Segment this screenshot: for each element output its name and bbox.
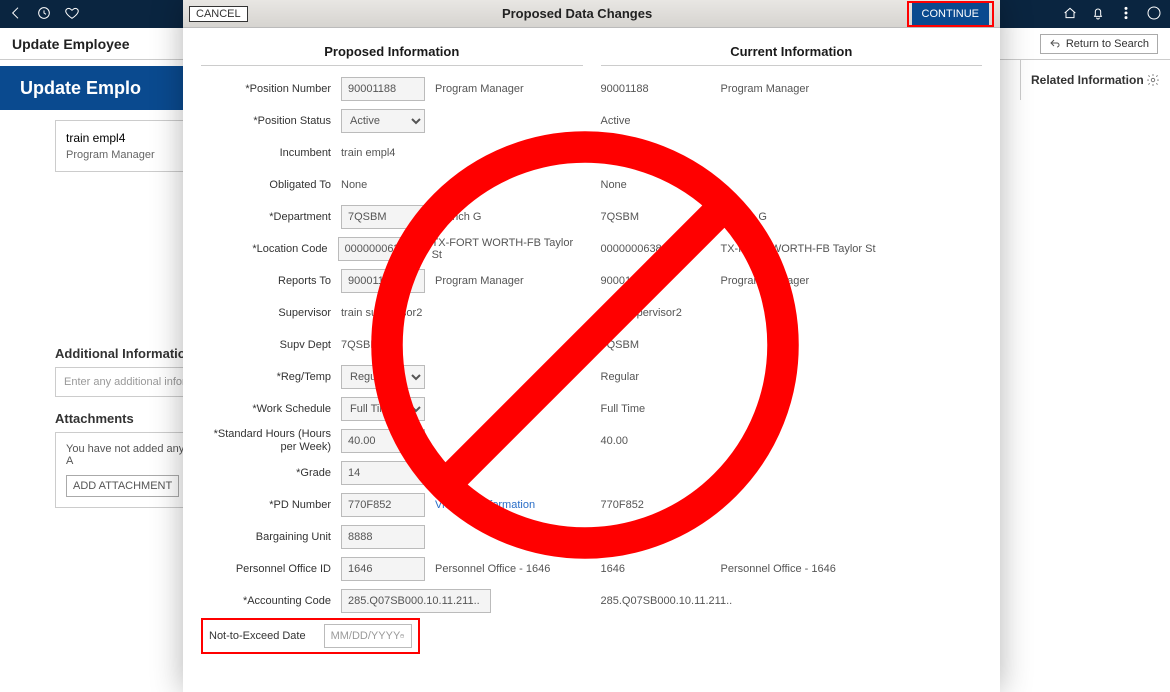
related-info-panel: Related Information bbox=[1020, 60, 1170, 100]
work-schedule-select[interactable]: Full Time bbox=[341, 397, 425, 421]
home-icon[interactable] bbox=[1062, 5, 1078, 24]
proposed-column: Proposed Information *Position Number900… bbox=[201, 38, 583, 692]
personnel-office-input[interactable]: 1646 bbox=[341, 557, 425, 581]
proposed-header: Proposed Information bbox=[201, 38, 583, 66]
accounting-code-input[interactable]: 285.Q07SB000.10.11.211.. bbox=[341, 589, 491, 613]
view-pd-link[interactable]: View PD Information bbox=[425, 499, 535, 511]
menu-dots-icon[interactable] bbox=[1118, 5, 1134, 24]
employee-name: train empl4 bbox=[66, 131, 199, 145]
cancel-button[interactable]: CANCEL bbox=[189, 6, 248, 22]
help-icon[interactable] bbox=[1146, 5, 1162, 24]
continue-highlight: CONTINUE bbox=[907, 1, 994, 27]
standard-hours-input[interactable]: 40.00 bbox=[341, 429, 425, 453]
nte-highlight: Not-to-Exceed Date MM/DD/YYYY bbox=[201, 618, 420, 654]
pd-number-input[interactable]: 770F852 bbox=[341, 493, 425, 517]
continue-button[interactable]: CONTINUE bbox=[912, 3, 989, 25]
page-title: Update Employee bbox=[12, 36, 129, 52]
reg-temp-select[interactable]: Regular bbox=[341, 365, 425, 389]
bargaining-unit-input[interactable]: 8888 bbox=[341, 525, 425, 549]
return-to-search-button[interactable]: Return to Search bbox=[1040, 34, 1158, 54]
modal-title: Proposed Data Changes bbox=[502, 6, 652, 21]
current-header: Current Information bbox=[601, 38, 983, 66]
reports-to-input[interactable]: 90001192 bbox=[341, 269, 425, 293]
department-input[interactable]: 7QSBM bbox=[341, 205, 425, 229]
location-input[interactable]: 0000000638 bbox=[338, 237, 422, 261]
favorite-icon[interactable] bbox=[64, 5, 80, 24]
position-status-select[interactable]: Active bbox=[341, 109, 425, 133]
bell-icon[interactable] bbox=[1090, 5, 1106, 24]
position-number-input[interactable]: 90001188 bbox=[341, 77, 425, 101]
add-attachment-button[interactable]: ADD ATTACHMENT bbox=[66, 475, 179, 497]
recent-icon[interactable] bbox=[36, 5, 52, 24]
additional-info-input[interactable]: Enter any additional infor bbox=[55, 367, 200, 397]
current-column: Current Information 90001188Program Mana… bbox=[601, 38, 983, 692]
calendar-icon[interactable] bbox=[400, 629, 404, 643]
grade-input[interactable]: 14 bbox=[341, 461, 425, 485]
gear-icon[interactable] bbox=[1146, 73, 1160, 87]
back-icon[interactable] bbox=[8, 5, 24, 24]
employee-title: Program Manager bbox=[66, 149, 199, 161]
nte-date-input[interactable]: MM/DD/YYYY bbox=[324, 624, 412, 648]
proposed-changes-modal: CANCEL Proposed Data Changes CONTINUE Pr… bbox=[183, 0, 1000, 692]
attachments-panel: You have not added any A ADD ATTACHMENT bbox=[55, 432, 200, 508]
